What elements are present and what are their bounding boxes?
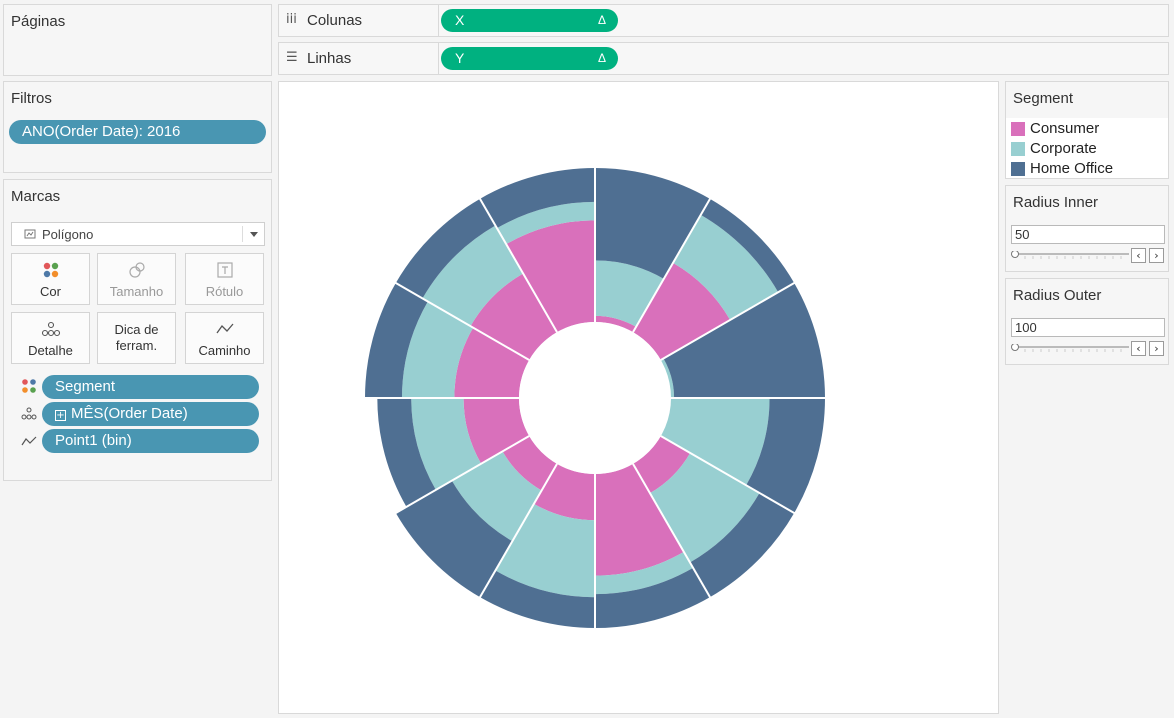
field-pill-segment[interactable]: Segment <box>42 375 259 399</box>
chevron-down-icon <box>250 232 258 237</box>
columns-label: Colunas <box>307 12 363 29</box>
field-pill-point[interactable]: Point1 (bin) <box>42 429 259 453</box>
size-button-label: Tamanho <box>109 284 164 299</box>
tooltip-button-label-1: Dica de <box>114 322 159 337</box>
field-pill-label: Segment <box>55 378 116 395</box>
rows-pill-label: Y <box>455 50 465 66</box>
filters-title: Filtros <box>11 90 52 107</box>
color-button[interactable]: Cor <box>11 253 90 305</box>
param-radius-outer[interactable]: Radius Outer 100 ‹ › <box>1005 278 1169 365</box>
param-outer-title: Radius Outer <box>1013 287 1102 304</box>
radius-inner-slider[interactable] <box>1011 251 1129 259</box>
color-icon <box>43 262 58 278</box>
label-button[interactable]: Rótulo <box>185 253 264 305</box>
columns-shelf[interactable]: iii Colunas X Δ <box>278 4 1169 37</box>
radial-stacked-chart[interactable] <box>279 82 998 713</box>
detail-button[interactable]: Detalhe <box>11 312 90 364</box>
legend-swatch <box>1011 142 1025 156</box>
tooltip-button[interactable]: Dica de ferram. <box>97 312 176 364</box>
marks-panel[interactable]: Marcas Polígono Cor Tamanho Rótulo Detal… <box>3 179 272 481</box>
color-button-label: Cor <box>40 284 61 299</box>
field-pill-month[interactable]: + MÊS(Order Date) <box>42 402 259 426</box>
param-radius-inner[interactable]: Radius Inner 50 ‹ › <box>1005 185 1169 272</box>
field-pill-label: Point1 (bin) <box>55 432 132 449</box>
detail-icon <box>41 321 60 337</box>
delta-icon: Δ <box>597 51 606 65</box>
color-field-icon <box>22 379 36 393</box>
chevron-left-icon[interactable]: ‹ <box>1131 248 1146 263</box>
legend-panel[interactable]: Segment Consumer Corporate Home Office <box>1005 81 1169 179</box>
columns-icon: iii <box>286 12 297 27</box>
path-field-icon <box>21 436 37 446</box>
chevron-left-icon[interactable]: ‹ <box>1131 341 1146 356</box>
chart-canvas[interactable] <box>278 81 999 714</box>
label-icon <box>216 262 233 278</box>
mark-type-dropdown[interactable]: Polígono <box>11 222 265 246</box>
param-inner-title: Radius Inner <box>1013 194 1099 211</box>
pages-panel[interactable]: Páginas <box>3 4 272 76</box>
path-button[interactable]: Caminho <box>185 312 264 364</box>
detail-field-icon <box>21 407 37 420</box>
pages-title: Páginas <box>11 13 66 30</box>
size-icon <box>128 262 145 278</box>
legend-title: Segment <box>1013 90 1074 107</box>
polygon-icon <box>24 229 36 239</box>
rows-icon: ☰ <box>286 50 298 65</box>
delta-icon: Δ <box>597 13 606 27</box>
columns-shelf-label: iii Colunas <box>279 5 439 36</box>
filter-pill-year[interactable]: ANO(Order Date): 2016 <box>9 120 266 144</box>
legend-label: Corporate <box>1030 140 1097 157</box>
field-pill-label: MÊS(Order Date) <box>71 405 188 422</box>
radius-inner-input[interactable]: 50 <box>1011 225 1165 244</box>
columns-pill-label: X <box>455 12 465 28</box>
legend-label: Consumer <box>1030 120 1100 137</box>
chart-center-hole <box>519 322 671 474</box>
radius-outer-slider[interactable] <box>1011 344 1129 352</box>
chevron-right-icon[interactable]: › <box>1149 341 1164 356</box>
filters-panel[interactable]: Filtros ANO(Order Date): 2016 <box>3 81 272 173</box>
mark-type-label: Polígono <box>42 227 94 242</box>
legend-swatch <box>1011 122 1025 136</box>
expand-icon[interactable]: + <box>55 410 66 421</box>
filter-pill-label: ANO(Order Date): 2016 <box>22 123 181 140</box>
rows-label: Linhas <box>307 50 352 67</box>
radius-outer-input[interactable]: 100 <box>1011 318 1165 337</box>
legend-swatch <box>1011 162 1025 176</box>
path-button-label: Caminho <box>198 343 251 358</box>
label-button-label: Rótulo <box>205 284 244 299</box>
tooltip-button-label-2: ferram. <box>115 338 158 353</box>
marks-title: Marcas <box>11 188 61 205</box>
rows-shelf[interactable]: ☰ Linhas Y Δ <box>278 42 1169 75</box>
path-icon <box>215 323 233 334</box>
columns-pill-x[interactable]: X Δ <box>441 9 618 32</box>
chevron-right-icon[interactable]: › <box>1149 248 1164 263</box>
detail-button-label: Detalhe <box>28 343 73 358</box>
dropdown-divider <box>242 226 243 242</box>
size-button[interactable]: Tamanho <box>97 253 176 305</box>
rows-pill-y[interactable]: Y Δ <box>441 47 618 70</box>
rows-shelf-label: ☰ Linhas <box>279 43 439 74</box>
legend-label: Home Office <box>1030 160 1114 177</box>
